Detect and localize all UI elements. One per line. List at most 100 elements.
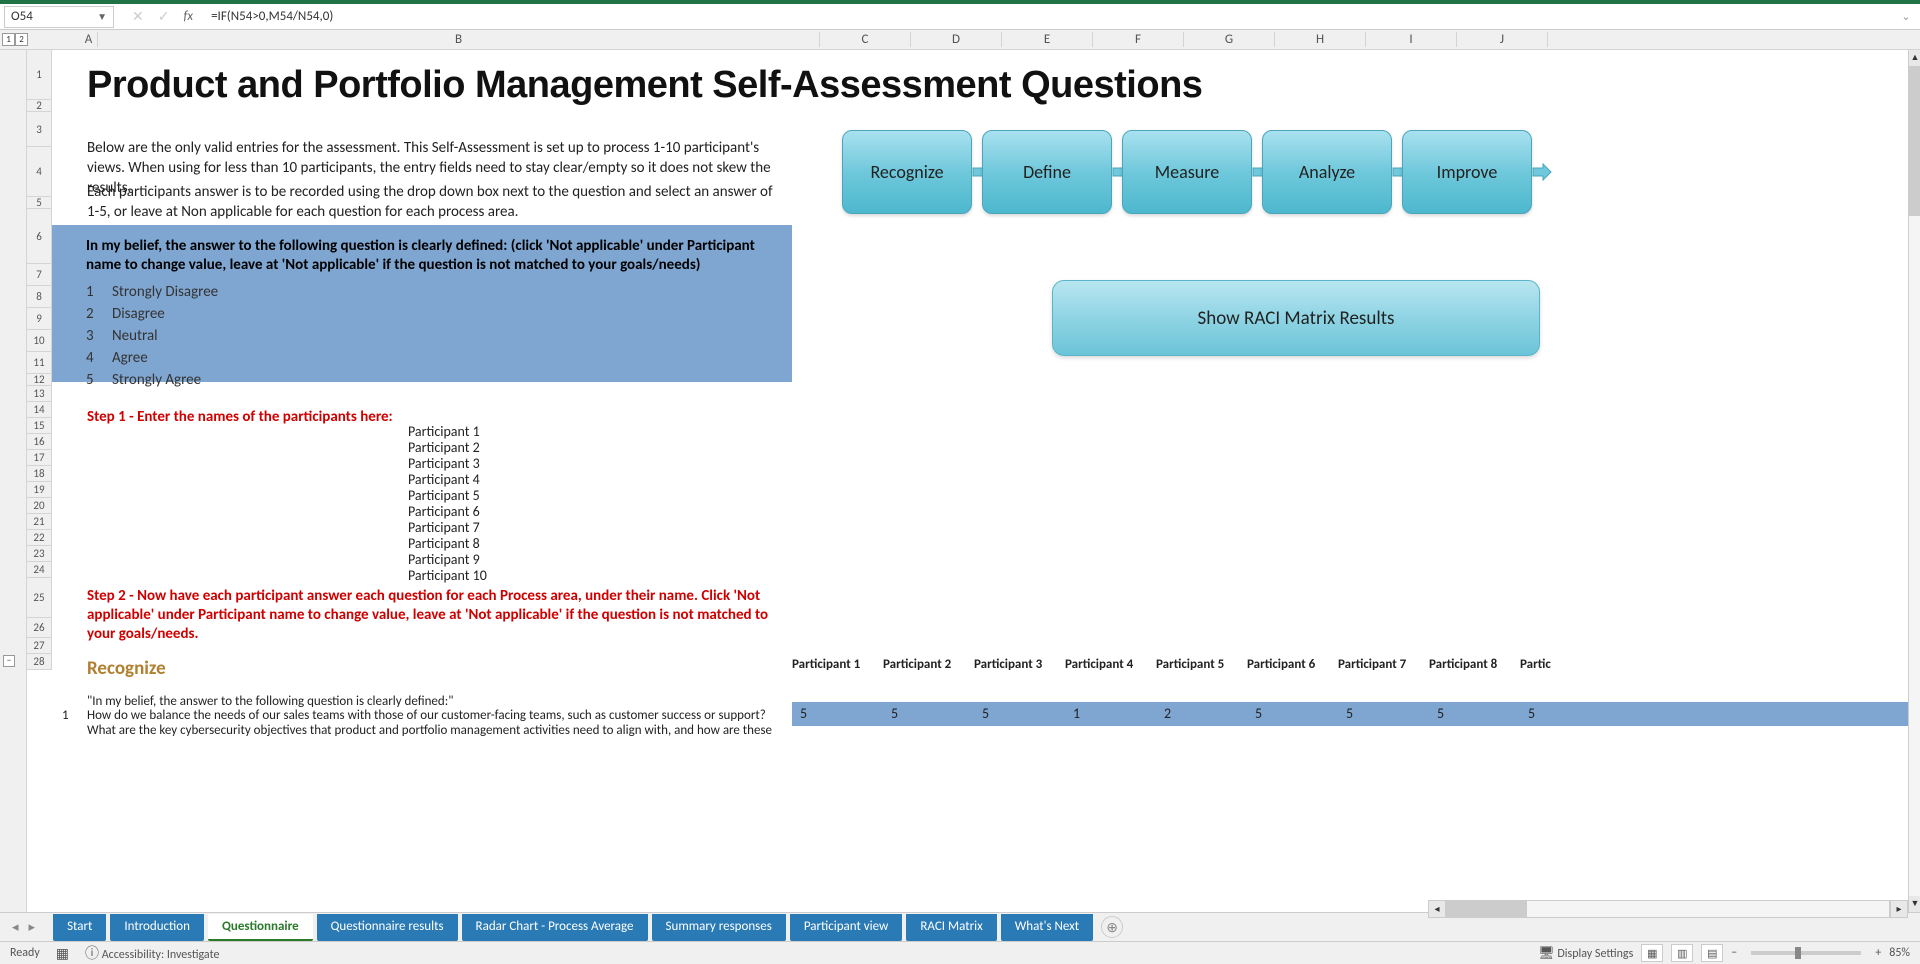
process-step-measure[interactable]: Measure bbox=[1122, 130, 1252, 214]
column-header-G[interactable]: G bbox=[1184, 32, 1275, 47]
vertical-scrollbar[interactable]: ▲ ▼ bbox=[1908, 50, 1920, 912]
row-header-24[interactable]: 24 bbox=[27, 562, 51, 578]
row-header-19[interactable]: 19 bbox=[27, 482, 51, 498]
process-step-analyze[interactable]: Analyze bbox=[1262, 130, 1392, 214]
row-header-7[interactable]: 7 bbox=[27, 264, 51, 286]
row-header-18[interactable]: 18 bbox=[27, 466, 51, 482]
process-step-improve[interactable]: Improve bbox=[1402, 130, 1532, 214]
row-header-10[interactable]: 10 bbox=[27, 330, 51, 352]
sheet-tab-start[interactable]: Start bbox=[53, 914, 106, 941]
show-raci-matrix-button[interactable]: Show RACI Matrix Results bbox=[1052, 280, 1540, 356]
tab-nav-next-icon[interactable]: ▸ bbox=[29, 920, 36, 935]
sheet-tab-participant-view[interactable]: Participant view bbox=[790, 914, 903, 941]
participant-name[interactable]: Participant 8 bbox=[408, 536, 487, 552]
row-header-2[interactable]: 2 bbox=[27, 100, 51, 112]
name-box[interactable]: O54 ▼ bbox=[4, 6, 114, 28]
row-header-13[interactable]: 13 bbox=[27, 386, 51, 402]
row-header-25[interactable]: 25 bbox=[27, 578, 51, 618]
row-header-6[interactable]: 6 bbox=[27, 209, 51, 264]
column-header-D[interactable]: D bbox=[911, 32, 1002, 47]
process-step-recognize[interactable]: Recognize bbox=[842, 130, 972, 214]
participant-name[interactable]: Participant 6 bbox=[408, 504, 487, 520]
scroll-left-icon[interactable]: ◂ bbox=[1428, 900, 1446, 918]
process-step-define[interactable]: Define bbox=[982, 130, 1112, 214]
row-header-3[interactable]: 3 bbox=[27, 112, 51, 147]
cancel-icon[interactable]: ✕ bbox=[132, 8, 144, 25]
response-cell[interactable]: 5 bbox=[891, 705, 898, 722]
row-header-11[interactable]: 11 bbox=[27, 352, 51, 374]
row-header-9[interactable]: 9 bbox=[27, 308, 51, 330]
normal-view-icon[interactable]: ▦ bbox=[1641, 944, 1663, 962]
response-cell[interactable]: 1 bbox=[1073, 705, 1080, 722]
row-header-20[interactable]: 20 bbox=[27, 498, 51, 514]
participant-name[interactable]: Participant 5 bbox=[408, 488, 487, 504]
expand-formula-bar-icon[interactable]: ⌄ bbox=[1896, 10, 1916, 23]
column-header-J[interactable]: J bbox=[1457, 32, 1548, 47]
row-header-4[interactable]: 4 bbox=[27, 147, 51, 197]
h-scroll-thumb[interactable] bbox=[1447, 901, 1527, 917]
column-header-E[interactable]: E bbox=[1002, 32, 1093, 47]
macro-record-icon[interactable]: ▦ bbox=[56, 945, 69, 962]
participant-name[interactable]: Participant 3 bbox=[408, 456, 487, 472]
row-header-23[interactable]: 23 bbox=[27, 546, 51, 562]
accessibility-status[interactable]: ⓘ Accessibility: Investigate bbox=[85, 943, 219, 963]
participant-name[interactable]: Participant 4 bbox=[408, 472, 487, 488]
response-cell[interactable]: 5 bbox=[1437, 705, 1444, 722]
sheet-tab-radar-chart---process-average[interactable]: Radar Chart - Process Average bbox=[462, 914, 648, 941]
row-header-16[interactable]: 16 bbox=[27, 434, 51, 450]
column-header-H[interactable]: H bbox=[1275, 32, 1366, 47]
page-layout-view-icon[interactable]: ▥ bbox=[1671, 944, 1693, 962]
formula-input[interactable]: =IF(N54>0,M54/N54,0) bbox=[203, 9, 1896, 24]
scroll-down-icon[interactable]: ▼ bbox=[1909, 896, 1920, 912]
row-header-15[interactable]: 15 bbox=[27, 418, 51, 434]
participant-name[interactable]: Participant 7 bbox=[408, 520, 487, 536]
outline-collapse-button[interactable]: − bbox=[3, 655, 15, 667]
participant-name[interactable]: Participant 9 bbox=[408, 552, 487, 568]
row-header-22[interactable]: 22 bbox=[27, 530, 51, 546]
participant-name[interactable]: Participant 10 bbox=[408, 568, 487, 584]
row-header-17[interactable]: 17 bbox=[27, 450, 51, 466]
sheet-tab-summary-responses[interactable]: Summary responses bbox=[652, 914, 786, 941]
response-cell[interactable]: 5 bbox=[1528, 705, 1535, 722]
row-header-14[interactable]: 14 bbox=[27, 402, 51, 418]
horizontal-scrollbar[interactable]: ◂ ▸ bbox=[1428, 900, 1908, 918]
zoom-level[interactable]: 85% bbox=[1889, 946, 1910, 960]
response-cell[interactable]: 5 bbox=[1255, 705, 1262, 722]
response-cell[interactable]: 2 bbox=[1164, 705, 1171, 722]
row-header-8[interactable]: 8 bbox=[27, 286, 51, 308]
response-cell[interactable]: 5 bbox=[982, 705, 989, 722]
page-break-view-icon[interactable]: ▤ bbox=[1701, 944, 1723, 962]
participant-name[interactable]: Participant 1 bbox=[408, 424, 487, 440]
zoom-slider[interactable] bbox=[1751, 951, 1861, 955]
enter-icon[interactable]: ✓ bbox=[158, 8, 170, 25]
zoom-in-button[interactable]: + bbox=[1875, 946, 1881, 960]
column-header-C[interactable]: C bbox=[820, 32, 911, 47]
zoom-out-button[interactable]: − bbox=[1731, 946, 1737, 960]
row-header-12[interactable]: 12 bbox=[27, 374, 51, 386]
v-scroll-thumb[interactable] bbox=[1909, 66, 1920, 216]
row-header-21[interactable]: 21 bbox=[27, 514, 51, 530]
response-cell[interactable]: 5 bbox=[800, 705, 807, 722]
row-header-27[interactable]: 27 bbox=[27, 638, 51, 654]
column-header-B[interactable]: B bbox=[98, 32, 820, 47]
response-cell[interactable]: 5 bbox=[1346, 705, 1353, 722]
outline-level-2[interactable]: 2 bbox=[15, 33, 28, 46]
sheet-tab-introduction[interactable]: Introduction bbox=[110, 914, 204, 941]
sheet-tab-what's-next[interactable]: What's Next bbox=[1001, 914, 1093, 941]
display-settings-button[interactable]: 🖥 Display Settings bbox=[1538, 946, 1633, 961]
column-header-I[interactable]: I bbox=[1366, 32, 1457, 47]
chevron-down-icon[interactable]: ▼ bbox=[97, 10, 107, 23]
outline-level-1[interactable]: 1 bbox=[2, 33, 15, 46]
column-header-A[interactable]: A bbox=[80, 32, 98, 47]
scroll-up-icon[interactable]: ▲ bbox=[1909, 50, 1920, 66]
scroll-right-icon[interactable]: ▸ bbox=[1890, 900, 1908, 918]
participant-name[interactable]: Participant 2 bbox=[408, 440, 487, 456]
sheet-tab-raci-matrix[interactable]: RACI Matrix bbox=[906, 914, 996, 941]
row-header-26[interactable]: 26 bbox=[27, 618, 51, 638]
fx-icon[interactable]: fx bbox=[183, 9, 193, 24]
row-header-1[interactable]: 1 bbox=[27, 50, 51, 100]
row-header-5[interactable]: 5 bbox=[27, 197, 51, 209]
sheet-tab-questionnaire-results[interactable]: Questionnaire results bbox=[317, 914, 458, 941]
tab-nav-first-icon[interactable]: ◂ bbox=[12, 920, 19, 935]
row-header-28[interactable]: 28 bbox=[27, 654, 51, 670]
